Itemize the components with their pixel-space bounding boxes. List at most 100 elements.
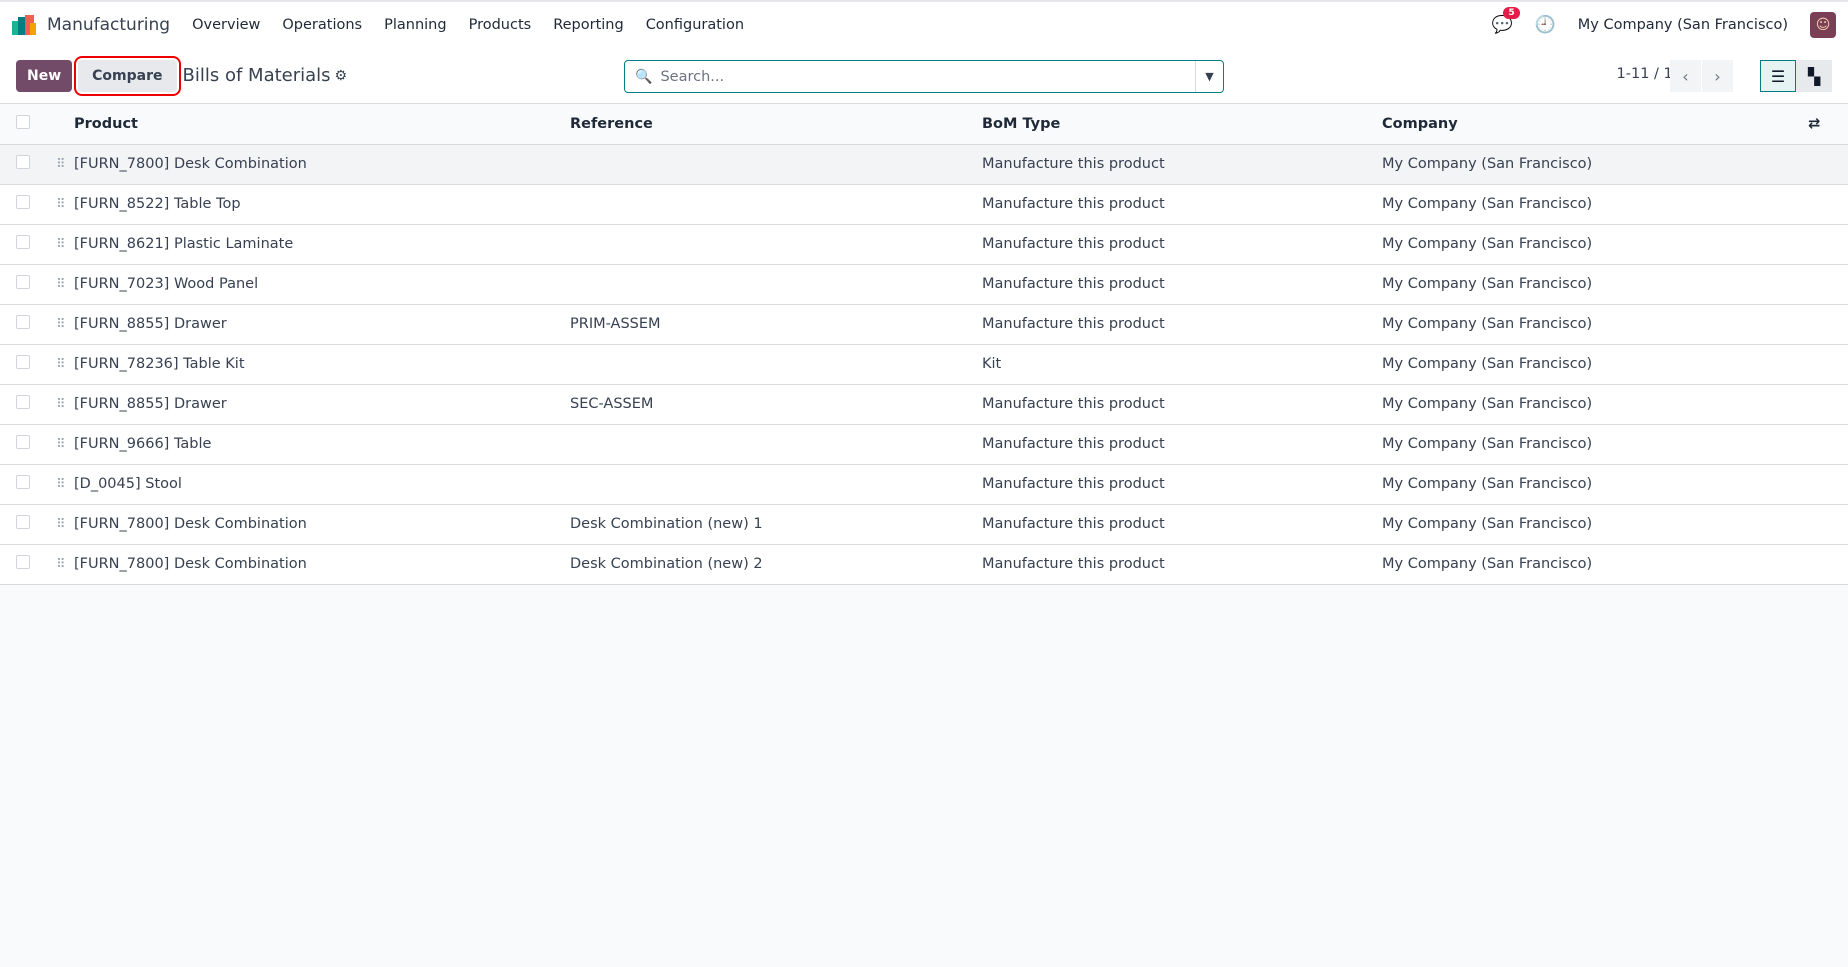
table-row[interactable]: ⠿ [FURN_78236] Table Kit Kit My Company … bbox=[0, 344, 1848, 385]
row-checkbox[interactable] bbox=[16, 355, 30, 369]
search-icon: 🔍 bbox=[635, 68, 653, 85]
row-checkbox[interactable] bbox=[16, 275, 30, 289]
menu-item-products[interactable]: Products bbox=[469, 17, 532, 33]
bom-type-cell: Manufacture this product bbox=[982, 304, 1382, 345]
row-checkbox[interactable] bbox=[16, 195, 30, 209]
activity-clock-icon[interactable]: 🕘 bbox=[1535, 15, 1556, 35]
drag-handle-icon[interactable]: ⠿ bbox=[56, 157, 65, 172]
table-row[interactable]: ⠿ [FURN_9666] Table Manufacture this pro… bbox=[0, 424, 1848, 465]
table-row[interactable]: ⠿ [D_0045] Stool Manufacture this produc… bbox=[0, 464, 1848, 505]
bom-type-cell: Manufacture this product bbox=[982, 464, 1382, 505]
row-checkbox[interactable] bbox=[16, 395, 30, 409]
reference-cell: PRIM-ASSEM bbox=[570, 304, 982, 345]
list-view-button[interactable]: ☰ bbox=[1760, 60, 1796, 92]
bom-type-cell: Manufacture this product bbox=[982, 264, 1382, 305]
company-cell: My Company (San Francisco) bbox=[1382, 184, 1808, 225]
reference-cell bbox=[570, 184, 982, 225]
gear-icon[interactable]: ⚙ bbox=[335, 68, 348, 84]
drag-handle-icon[interactable]: ⠿ bbox=[56, 237, 65, 252]
compare-button[interactable]: Compare bbox=[74, 55, 181, 96]
drag-handle-icon[interactable]: ⠿ bbox=[56, 437, 65, 452]
product-cell: [FURN_7800] Desk Combination bbox=[74, 504, 570, 545]
drag-handle-icon[interactable]: ⠿ bbox=[56, 357, 65, 372]
table-header: Product Reference BoM Type Company ⇄ bbox=[0, 104, 1848, 145]
bom-type-cell: Manufacture this product bbox=[982, 504, 1382, 545]
product-cell: [FURN_8855] Drawer bbox=[74, 384, 570, 425]
reference-cell bbox=[570, 224, 982, 265]
product-cell: [D_0045] Stool bbox=[74, 464, 570, 505]
column-company[interactable]: Company bbox=[1382, 104, 1808, 145]
column-reference[interactable]: Reference bbox=[570, 104, 982, 145]
search-input[interactable]: Search... bbox=[660, 69, 1195, 85]
optional-columns-icon[interactable]: ⇄ bbox=[1808, 116, 1820, 132]
bom-type-cell: Manufacture this product bbox=[982, 224, 1382, 265]
reference-cell bbox=[570, 344, 982, 385]
menu-item-planning[interactable]: Planning bbox=[384, 17, 446, 33]
messages-icon[interactable]: 💬 5 bbox=[1491, 7, 1520, 35]
table-row[interactable]: ⠿ [FURN_7800] Desk Combination Desk Comb… bbox=[0, 504, 1848, 545]
reference-cell bbox=[570, 464, 982, 505]
kanban-view-button[interactable]: ▚ bbox=[1796, 60, 1832, 92]
bom-type-cell: Manufacture this product bbox=[982, 144, 1382, 185]
manufacturing-logo-icon[interactable] bbox=[12, 15, 38, 35]
menu-item-configuration[interactable]: Configuration bbox=[646, 17, 744, 33]
reference-cell bbox=[570, 424, 982, 465]
previous-page-button[interactable]: ‹ bbox=[1670, 60, 1702, 92]
table-row[interactable]: ⠿ [FURN_8621] Plastic Laminate Manufactu… bbox=[0, 224, 1848, 265]
row-checkbox[interactable] bbox=[16, 235, 30, 249]
search-options-caret-icon[interactable]: ▼ bbox=[1195, 61, 1223, 92]
bom-type-cell: Manufacture this product bbox=[982, 424, 1382, 465]
product-cell: [FURN_7800] Desk Combination bbox=[74, 544, 570, 585]
menu-item-operations[interactable]: Operations bbox=[282, 17, 362, 33]
drag-handle-icon[interactable]: ⠿ bbox=[56, 477, 65, 492]
app-name[interactable]: Manufacturing bbox=[47, 15, 170, 35]
product-cell: [FURN_8855] Drawer bbox=[74, 304, 570, 345]
drag-handle-icon[interactable]: ⠿ bbox=[56, 277, 65, 292]
table-row[interactable]: ⠿ [FURN_7800] Desk Combination Manufactu… bbox=[0, 144, 1848, 185]
search-bar: 🔍 Search... ▼ bbox=[624, 60, 1224, 93]
drag-handle-icon[interactable]: ⠿ bbox=[56, 317, 65, 332]
table-row[interactable]: ⠿ [FURN_7800] Desk Combination Desk Comb… bbox=[0, 544, 1848, 585]
row-checkbox[interactable] bbox=[16, 435, 30, 449]
column-bom-type[interactable]: BoM Type bbox=[982, 104, 1382, 145]
product-cell: [FURN_8621] Plastic Laminate bbox=[74, 224, 570, 265]
row-checkbox[interactable] bbox=[16, 475, 30, 489]
select-all-checkbox[interactable] bbox=[16, 114, 30, 129]
company-cell: My Company (San Francisco) bbox=[1382, 464, 1808, 505]
reference-cell: Desk Combination (new) 2 bbox=[570, 544, 982, 585]
drag-handle-icon[interactable]: ⠿ bbox=[56, 517, 65, 532]
company-cell: My Company (San Francisco) bbox=[1382, 264, 1808, 305]
bom-type-cell: Manufacture this product bbox=[982, 184, 1382, 225]
drag-handle-icon[interactable]: ⠿ bbox=[56, 397, 65, 412]
user-avatar[interactable]: ☺ bbox=[1810, 12, 1836, 38]
table-row[interactable]: ⠿ [FURN_8855] Drawer SEC-ASSEM Manufactu… bbox=[0, 384, 1848, 425]
company-cell: My Company (San Francisco) bbox=[1382, 304, 1808, 345]
row-checkbox[interactable] bbox=[16, 515, 30, 529]
bom-type-cell: Manufacture this product bbox=[982, 384, 1382, 425]
drag-handle-icon[interactable]: ⠿ bbox=[56, 197, 65, 212]
menu-item-reporting[interactable]: Reporting bbox=[553, 17, 624, 33]
menu-item-overview[interactable]: Overview bbox=[192, 17, 260, 33]
reference-cell: SEC-ASSEM bbox=[570, 384, 982, 425]
company-cell: My Company (San Francisco) bbox=[1382, 384, 1808, 425]
company-cell: My Company (San Francisco) bbox=[1382, 424, 1808, 465]
table-row[interactable]: ⠿ [FURN_8855] Drawer PRIM-ASSEM Manufact… bbox=[0, 304, 1848, 345]
column-product[interactable]: Product bbox=[74, 104, 570, 145]
reference-cell bbox=[570, 264, 982, 305]
table-row[interactable]: ⠿ [FURN_8522] Table Top Manufacture this… bbox=[0, 184, 1848, 225]
bom-type-cell: Manufacture this product bbox=[982, 544, 1382, 585]
messages-badge: 5 bbox=[1503, 7, 1520, 19]
company-cell: My Company (San Francisco) bbox=[1382, 344, 1808, 385]
company-cell: My Company (San Francisco) bbox=[1382, 144, 1808, 185]
bom-table: Product Reference BoM Type Company ⇄ ⠿ [… bbox=[0, 104, 1848, 585]
drag-handle-icon[interactable]: ⠿ bbox=[56, 557, 65, 572]
row-checkbox[interactable] bbox=[16, 315, 30, 329]
control-panel: New Compare Bills of Materials ⚙ 🔍 Searc… bbox=[0, 48, 1848, 104]
row-checkbox[interactable] bbox=[16, 155, 30, 169]
company-cell: My Company (San Francisco) bbox=[1382, 504, 1808, 545]
table-row[interactable]: ⠿ [FURN_7023] Wood Panel Manufacture thi… bbox=[0, 264, 1848, 305]
next-page-button[interactable]: › bbox=[1702, 60, 1734, 92]
company-switcher[interactable]: My Company (San Francisco) bbox=[1578, 17, 1788, 33]
new-button[interactable]: New bbox=[16, 59, 73, 92]
row-checkbox[interactable] bbox=[16, 555, 30, 569]
